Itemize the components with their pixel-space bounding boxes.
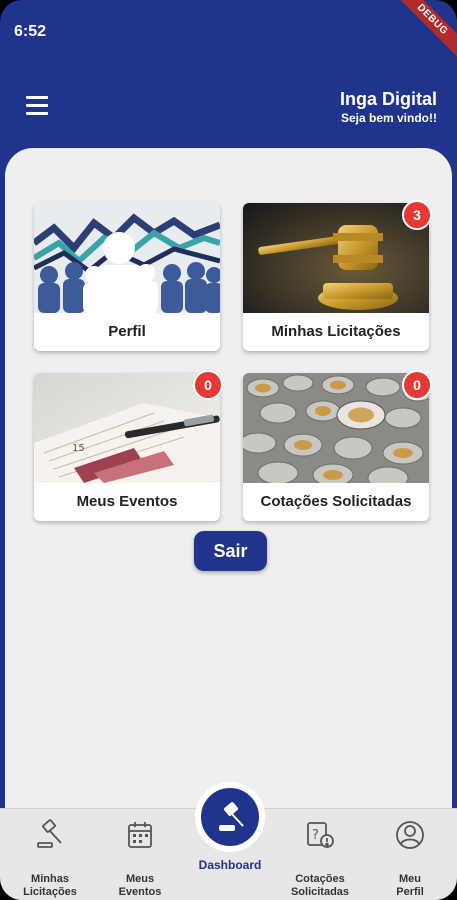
svg-text:?: ? [312, 828, 319, 843]
card-meus-eventos[interactable]: 15 Meus Eventos 0 [34, 370, 223, 521]
nav-dashboard-label: Dashboard [198, 858, 262, 872]
nav-label-line1: Cotações [295, 873, 345, 885]
user-icon [394, 819, 426, 851]
gavel-icon [34, 819, 66, 851]
cotacoes-count-badge: 0 [402, 370, 432, 400]
nav-meu-perfil[interactable]: Meu Perfil [370, 809, 450, 900]
nav-meus-eventos[interactable]: Meus Eventos [100, 809, 180, 900]
card-cotacoes-label: Cotações Solicitadas [260, 493, 412, 510]
perfil-image [34, 203, 220, 313]
nav-label-line1: Minhas [31, 873, 69, 885]
app-bar: Inga Digital Seja bem vindo!! [0, 72, 457, 148]
app-title: Inga Digital [339, 89, 437, 109]
status-time: 6:52 [14, 23, 47, 40]
agenda-photo: 15 [34, 373, 220, 483]
phone-screen: 6:52 DEBUG Inga Digital Seja bem vindo!! [0, 0, 457, 900]
menu-button[interactable] [26, 96, 48, 116]
welcome-text: Seja bem vindo!! [340, 111, 437, 125]
nav-cotacoes-solicitadas[interactable]: ? Cotações Solicitadas [280, 809, 360, 900]
nav-label-line2: Licitações [23, 886, 77, 898]
nav-label-line2: Solicitadas [290, 886, 350, 898]
gavel-icon [216, 802, 248, 839]
card-perfil[interactable]: Perfil [34, 203, 220, 351]
sair-button[interactable]: Sair [194, 531, 267, 571]
gavel-photo [243, 203, 429, 313]
coins-photo [243, 373, 429, 483]
nav-label-line2: Eventos [118, 886, 162, 898]
licitacoes-count-badge: 3 [402, 200, 432, 230]
calendar-icon [124, 819, 156, 851]
nav-label-line1: Meus [125, 873, 155, 885]
svg-text:15: 15 [72, 443, 85, 454]
card-cotacoes-solicitadas[interactable]: Cotações Solicitadas 0 [243, 370, 432, 521]
card-eventos-label: Meus Eventos [76, 493, 178, 510]
debug-banner: DEBUG [387, 0, 457, 65]
eventos-count-badge: 0 [193, 370, 223, 400]
card-licitacoes-label: Minhas Licitações [271, 323, 401, 340]
card-minhas-licitacoes[interactable]: Minhas Licitações 3 [243, 200, 432, 351]
card-perfil-label: Perfil [108, 323, 146, 340]
nav-minhas-licitacoes[interactable]: Minhas Licitações [10, 809, 90, 900]
dashboard-fab[interactable] [195, 782, 265, 852]
status-bar: 6:52 DEBUG [0, 0, 457, 72]
nav-label-line2: Perfil [396, 886, 424, 898]
nav-label-line1: Meu [399, 873, 421, 885]
quote-question-icon: ? [304, 819, 336, 851]
